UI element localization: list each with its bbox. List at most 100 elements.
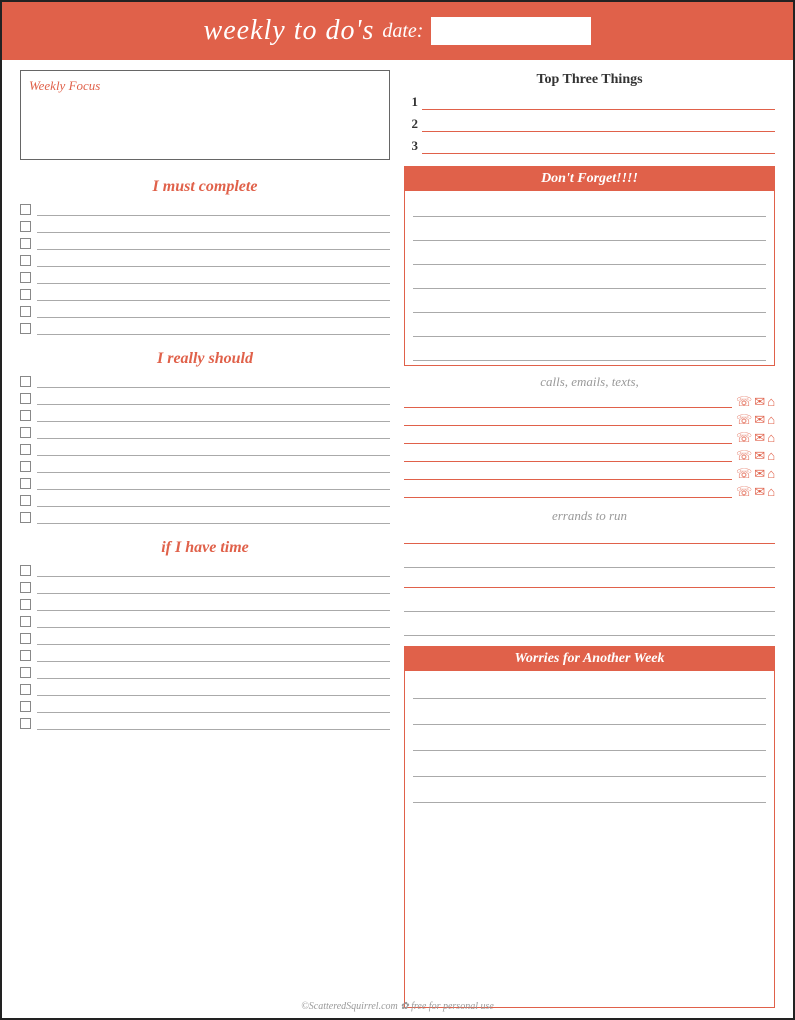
- checkbox[interactable]: [20, 633, 31, 644]
- calls-icons: ☏ ✉ ⌂: [736, 449, 775, 462]
- check-line: [37, 253, 390, 267]
- check-line: [37, 236, 390, 250]
- checkbox[interactable]: [20, 684, 31, 695]
- checkbox[interactable]: [20, 582, 31, 593]
- calls-line: [404, 394, 732, 408]
- item-number: 1: [404, 94, 418, 110]
- calls-row: ☏ ✉ ⌂: [404, 394, 775, 408]
- weekly-focus-label: Weekly Focus: [29, 78, 100, 93]
- home-icon: ⌂: [767, 431, 775, 444]
- checkbox[interactable]: [20, 376, 31, 387]
- check-line: [37, 665, 390, 679]
- list-item: [20, 580, 390, 594]
- checkbox[interactable]: [20, 718, 31, 729]
- check-line: [37, 563, 390, 577]
- date-input[interactable]: [431, 17, 591, 45]
- content: Weekly Focus I must complete I really sh…: [2, 60, 793, 1018]
- errand-row: [404, 548, 775, 568]
- checkbox[interactable]: [20, 255, 31, 266]
- must-complete-list: [20, 202, 390, 338]
- must-complete-title: I must complete: [20, 178, 390, 196]
- home-icon: ⌂: [767, 395, 775, 408]
- dont-forget-line: [413, 339, 766, 361]
- checkbox[interactable]: [20, 616, 31, 627]
- check-line: [37, 682, 390, 696]
- dont-forget-line: [413, 243, 766, 265]
- item-number: 3: [404, 138, 418, 154]
- checkbox[interactable]: [20, 427, 31, 438]
- worries-line: [413, 677, 766, 699]
- errand-row-red: [404, 572, 775, 588]
- list-item: [20, 682, 390, 696]
- checkbox[interactable]: [20, 289, 31, 300]
- list-item: [20, 493, 390, 507]
- list-item: [20, 374, 390, 388]
- list-item: [20, 665, 390, 679]
- checkbox[interactable]: [20, 272, 31, 283]
- check-line: [37, 321, 390, 335]
- checkbox[interactable]: [20, 650, 31, 661]
- checkbox[interactable]: [20, 599, 31, 610]
- if-time-title: if I have time: [20, 539, 390, 557]
- checkbox[interactable]: [20, 461, 31, 472]
- list-item: [20, 219, 390, 233]
- footer: ©ScatteredSquirrel.com ✿ free for person…: [2, 1001, 793, 1012]
- top-three-item-2: 2: [404, 116, 775, 132]
- list-item: [20, 510, 390, 524]
- email-icon: ✉: [754, 413, 765, 426]
- check-line: [37, 510, 390, 524]
- phone-icon: ☏: [736, 431, 752, 444]
- check-line: [37, 442, 390, 456]
- list-item: [20, 597, 390, 611]
- check-line: [37, 648, 390, 662]
- list-item: [20, 476, 390, 490]
- phone-icon: ☏: [736, 467, 752, 480]
- list-item: [20, 321, 390, 335]
- check-line: [37, 391, 390, 405]
- date-label: date:: [382, 20, 423, 43]
- phone-icon: ☏: [736, 449, 752, 462]
- errands-title: errands to run: [404, 508, 775, 524]
- checkbox[interactable]: [20, 667, 31, 678]
- checkbox[interactable]: [20, 444, 31, 455]
- list-item: [20, 631, 390, 645]
- top-three-title: Top Three Things: [404, 72, 775, 88]
- checkbox[interactable]: [20, 565, 31, 576]
- checkbox[interactable]: [20, 410, 31, 421]
- dont-forget-box: Don't Forget!!!!: [404, 166, 775, 366]
- top-line: [422, 96, 775, 110]
- if-time-list: [20, 563, 390, 733]
- calls-title: calls, emails, texts,: [404, 374, 775, 390]
- calls-icons: ☏ ✉ ⌂: [736, 413, 775, 426]
- phone-icon: ☏: [736, 395, 752, 408]
- checkbox[interactable]: [20, 478, 31, 489]
- list-item: [20, 270, 390, 284]
- checkbox[interactable]: [20, 512, 31, 523]
- checkbox[interactable]: [20, 393, 31, 404]
- calls-icons: ☏ ✉ ⌂: [736, 485, 775, 498]
- weekly-focus-box: Weekly Focus: [20, 70, 390, 160]
- worries-line: [413, 755, 766, 777]
- list-item: [20, 648, 390, 662]
- checkbox[interactable]: [20, 238, 31, 249]
- worries-line: [413, 703, 766, 725]
- check-line: [37, 614, 390, 628]
- checkbox[interactable]: [20, 701, 31, 712]
- list-item: [20, 563, 390, 577]
- calls-row: ☏ ✉ ⌂: [404, 448, 775, 462]
- list-item: [20, 699, 390, 713]
- calls-icons: ☏ ✉ ⌂: [736, 467, 775, 480]
- check-line: [37, 580, 390, 594]
- left-column: Weekly Focus I must complete I really sh…: [20, 70, 390, 1008]
- calls-line: [404, 412, 732, 426]
- page: weekly to do's date: Weekly Focus I must…: [0, 0, 795, 1020]
- checkbox[interactable]: [20, 204, 31, 215]
- checkbox[interactable]: [20, 495, 31, 506]
- checkbox[interactable]: [20, 221, 31, 232]
- checkbox[interactable]: [20, 323, 31, 334]
- top-three-item-1: 1: [404, 94, 775, 110]
- checkbox[interactable]: [20, 306, 31, 317]
- top-three-item-3: 3: [404, 138, 775, 154]
- home-icon: ⌂: [767, 485, 775, 498]
- calls-icons: ☏ ✉ ⌂: [736, 395, 775, 408]
